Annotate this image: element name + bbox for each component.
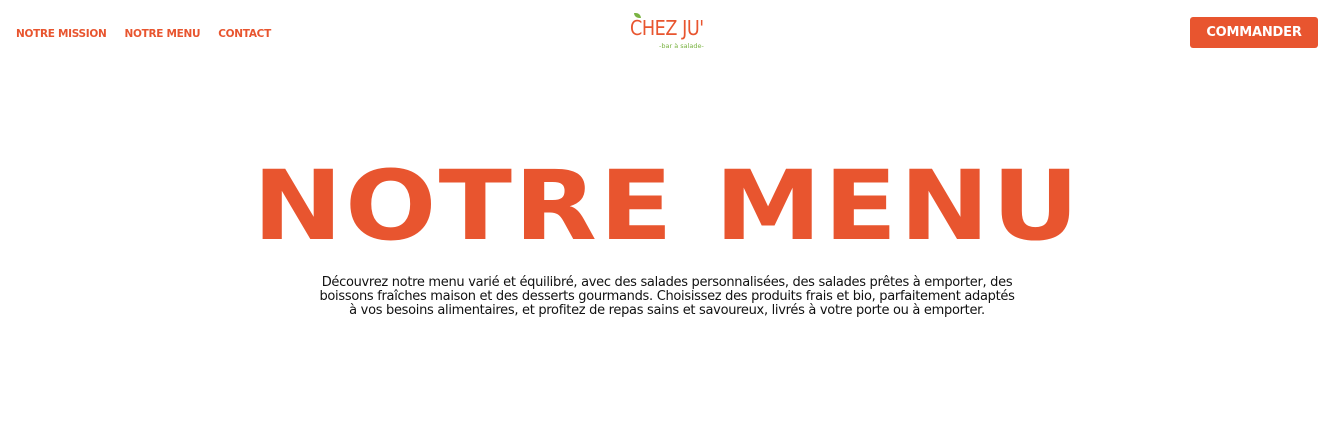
logo-wordmark: CHEZ JU' <box>630 16 704 40</box>
site-logo[interactable]: CHEZ JU' -bar à salade- <box>630 13 710 56</box>
main-nav: NOTRE MISSION NOTRE MENU CONTACT <box>16 27 271 41</box>
nav-link-notre-mission[interactable]: NOTRE MISSION <box>16 27 107 41</box>
nav-link-notre-menu[interactable]: NOTRE MENU <box>125 27 201 41</box>
nav-link-contact[interactable]: CONTACT <box>218 27 271 41</box>
commander-button[interactable]: COMMANDER <box>1190 17 1318 48</box>
hero-description: Découvrez notre menu varié et équilibré,… <box>319 275 1015 318</box>
page-title: NOTRE MENU <box>252 150 1082 262</box>
logo-tagline: -bar à salade- <box>659 42 704 50</box>
